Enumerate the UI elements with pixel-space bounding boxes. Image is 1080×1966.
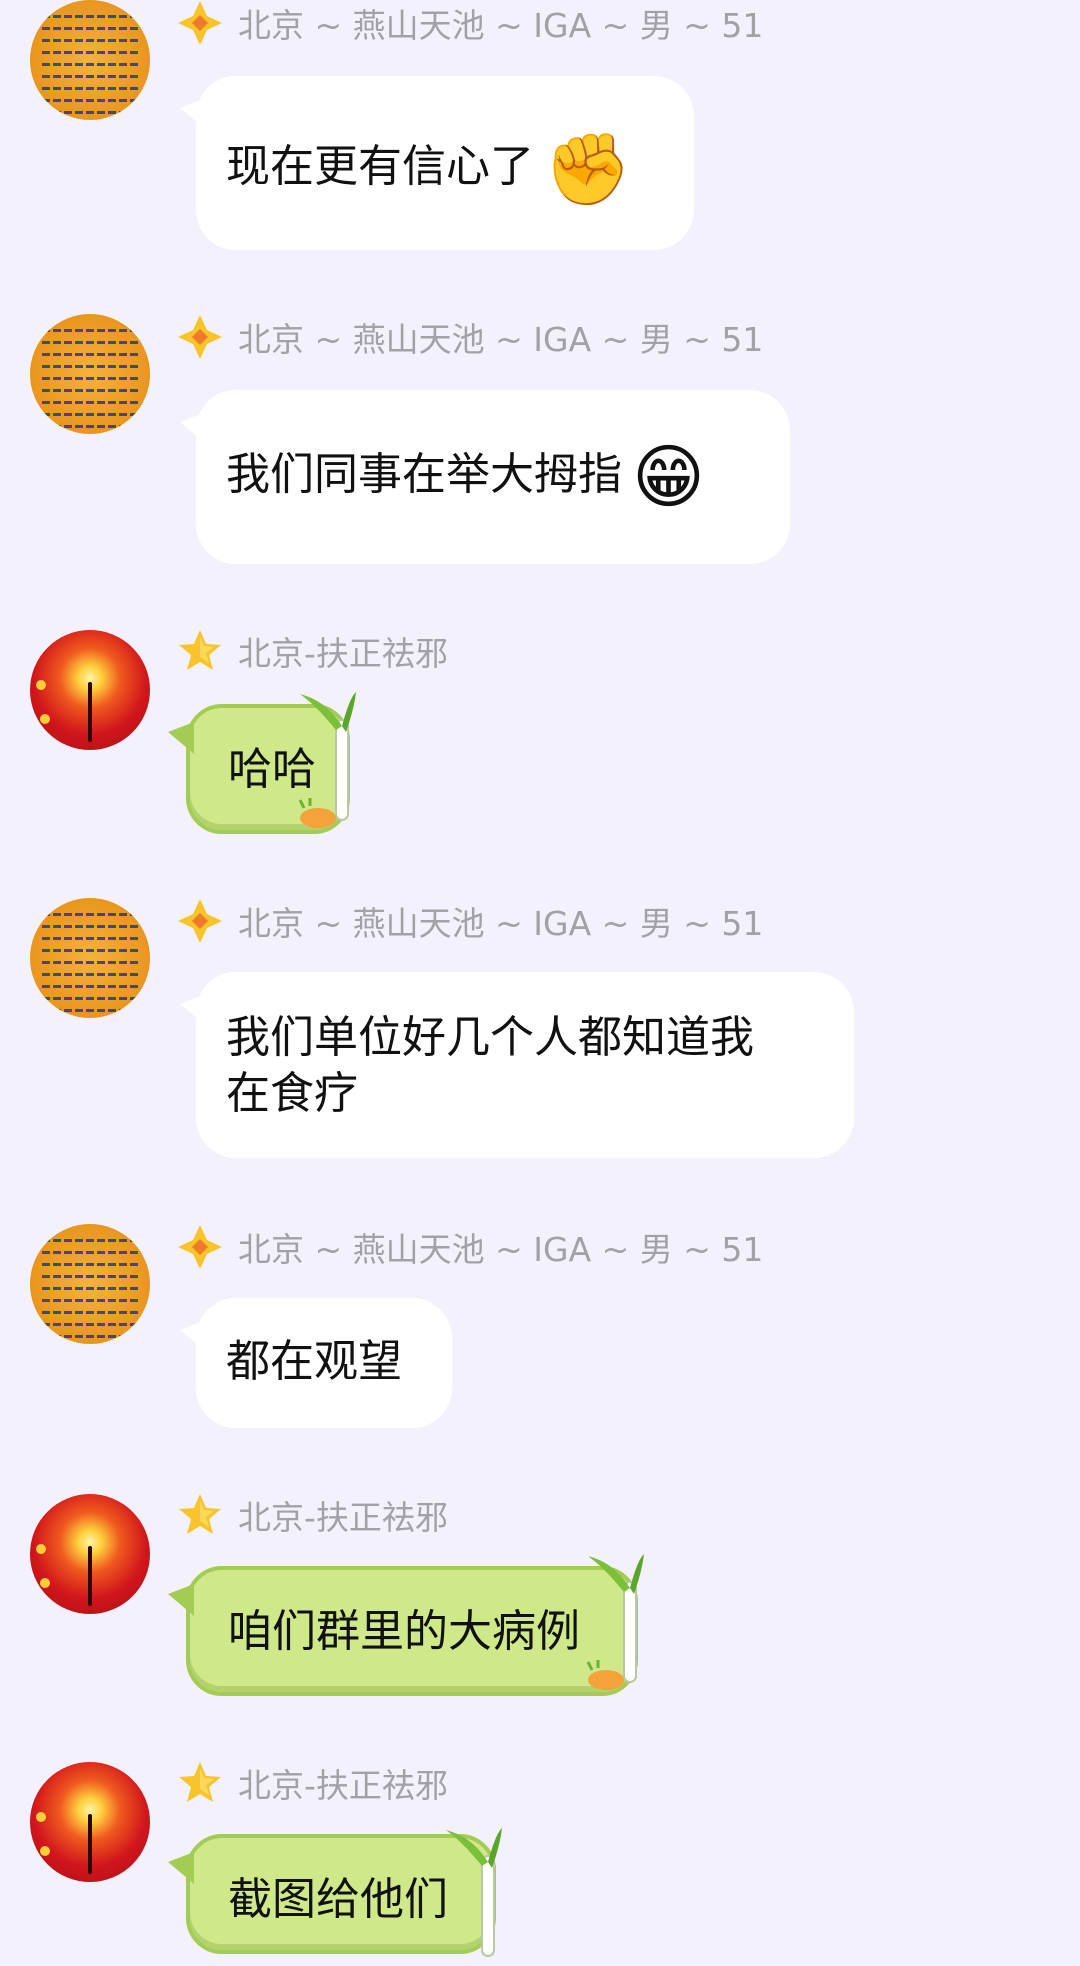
sender-row[interactable]: 北京 ~ 燕山天池 ~ IGA ~ 男 ~ 51 [176,0,763,48]
avatar[interactable] [30,630,150,750]
raised-fist-icon: ✊ [544,128,632,210]
sender-name: 北京 ~ 燕山天池 ~ IGA ~ 男 ~ 51 [238,904,764,943]
diamond-badge-icon [178,1225,222,1269]
message-text: 截图给他们 [228,1874,448,1925]
diamond-badge-icon [178,315,222,359]
message-bubble[interactable]: 我们同事在举大拇指 😁 [180,390,790,564]
leek-decoration-icon [446,1828,502,1957]
sender-row[interactable]: 北京-扶正祛邪 [176,1758,448,1808]
message-bubble[interactable]: 我们单位好几个人都知道我 在食疗 [180,972,854,1158]
avatar[interactable] [30,314,150,434]
message-bubble[interactable]: 咱们群里的大病例 [168,1566,638,1696]
star-badge-icon [179,1762,221,1802]
message-bubble[interactable]: 现在更有信心了 ✊ [180,76,694,250]
message-text: 咱们群里的大病例 [228,1606,580,1657]
diamond-badge-icon [178,899,222,943]
sender-row[interactable]: 北京 ~ 燕山天池 ~ IGA ~ 男 ~ 51 [176,896,763,946]
sender-row[interactable]: 北京-扶正祛邪 [176,1490,448,1540]
sender-name: 北京-扶正祛邪 [238,1498,448,1537]
avatar[interactable] [30,1224,150,1344]
leek-decoration-icon [298,692,356,828]
sender-name: 北京 ~ 燕山天池 ~ IGA ~ 男 ~ 51 [238,1230,764,1269]
avatar[interactable] [30,898,150,1018]
leek-decoration-icon [586,1554,644,1690]
message-text: 我们单位好几个人都知道我 [226,1012,754,1063]
grinning-face-icon: 😁 [632,436,705,518]
sender-name: 北京-扶正祛邪 [238,634,448,673]
sender-name: 北京 ~ 燕山天池 ~ IGA ~ 男 ~ 51 [238,320,764,359]
message-text: 在食疗 [226,1068,358,1119]
sender-row[interactable]: 北京 ~ 燕山天池 ~ IGA ~ 男 ~ 51 [176,1222,763,1272]
diamond-badge-icon [178,1,222,45]
sender-row[interactable]: 北京 ~ 燕山天池 ~ IGA ~ 男 ~ 51 [176,312,763,362]
message-text: 都在观望 [226,1336,402,1387]
message-bubble[interactable]: 都在观望 [180,1298,452,1428]
sender-name: 北京-扶正祛邪 [238,1766,448,1805]
message-text: 现在更有信心了 [226,141,534,192]
sender-name: 北京 ~ 燕山天池 ~ IGA ~ 男 ~ 51 [238,6,764,45]
avatar[interactable] [30,1762,150,1882]
avatar[interactable] [30,0,150,120]
sender-row[interactable]: 北京-扶正祛邪 [176,626,448,676]
message-text: 我们同事在举大拇指 [226,449,622,500]
star-badge-icon [179,630,221,670]
star-badge-icon [179,1494,221,1534]
avatar[interactable] [30,1494,150,1614]
